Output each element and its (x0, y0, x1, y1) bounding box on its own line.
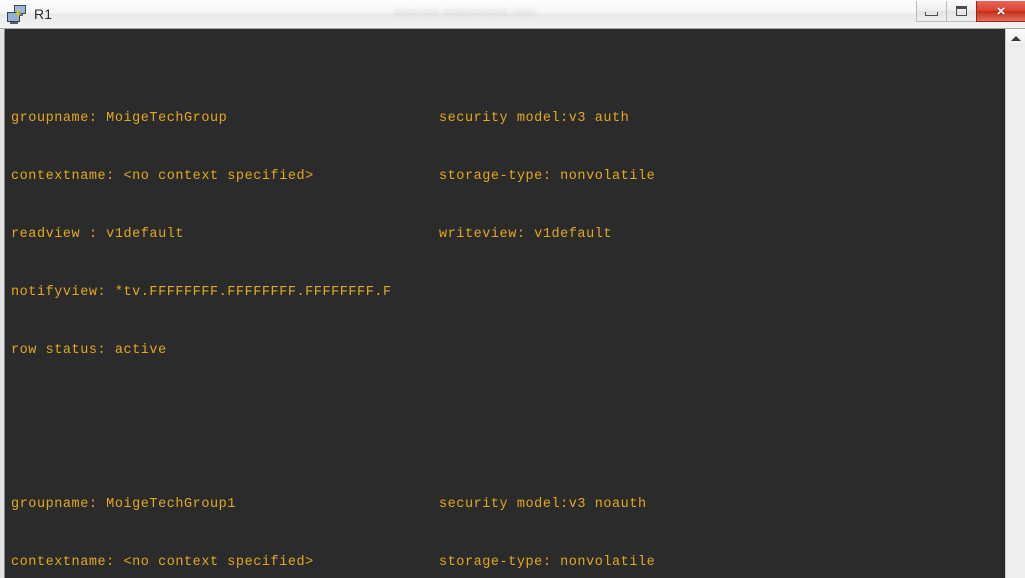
network-console-icon (7, 4, 27, 24)
notifyview-field: notifyview: *tv.FFFFFFFF.FFFFFFFF.FFFFFF… (11, 284, 392, 300)
writeview-field: writeview: v1default (439, 226, 613, 242)
terminal-line: contextname: <no context specified> stora… (11, 167, 1005, 186)
security-model-field: security model:v3 noauth (439, 497, 647, 513)
terminal-console[interactable]: groupname: MoigeTechGroup security model:… (4, 29, 1005, 578)
row-status-field: row status: active (11, 342, 167, 358)
storage-type-field: storage-type: nonvolatile (439, 169, 656, 185)
readview-field: readview : v1default (11, 226, 185, 242)
scrollbar-track[interactable] (1006, 47, 1025, 578)
terminal-line: contextname: <no context specified> stora… (11, 553, 1005, 572)
chevron-up-icon (1010, 35, 1021, 41)
scroll-up-button[interactable] (1006, 29, 1025, 47)
storage-type-field: storage-type: nonvolatile (439, 555, 656, 571)
terminal-line: groupname: MoigeTechGroup1 security model… (11, 495, 1005, 514)
title-bar-left: R1 (0, 4, 53, 24)
caption-button-group: × (916, 0, 1025, 23)
close-button[interactable]: × (976, 1, 1025, 22)
maximize-icon (956, 6, 967, 16)
groupname-field: groupname: MoigeTechGroup (11, 111, 228, 127)
title-bar[interactable]: R1 blurred watermark text × (0, 0, 1025, 29)
client-area: groupname: MoigeTechGroup security model:… (0, 29, 1025, 578)
window-title: R1 (34, 6, 53, 22)
security-model-field: security model:v3 auth (439, 111, 630, 127)
contextname-field: contextname: <no context specified> (11, 555, 314, 571)
vertical-scrollbar[interactable] (1005, 29, 1025, 578)
console-window: R1 blurred watermark text × groupname: M… (0, 0, 1025, 578)
terminal-line: notifyview: *tv.FFFFFFFF.FFFFFFFF.FFFFFF… (11, 283, 1005, 302)
terminal-output: groupname: MoigeTechGroup security model:… (11, 32, 1005, 578)
terminal-line: row status: active (11, 341, 1005, 360)
maximize-button[interactable] (946, 1, 976, 22)
terminal-line: readview : v1default writeview: v1default (11, 225, 1005, 244)
minimize-button[interactable] (916, 1, 946, 22)
minimize-icon (925, 11, 938, 16)
title-bar-watermark: blurred watermark text (395, 5, 537, 19)
terminal-line: groupname: MoigeTechGroup security model:… (11, 109, 1005, 128)
groupname-field: groupname: MoigeTechGroup1 (11, 497, 236, 513)
close-icon: × (996, 2, 1006, 20)
terminal-container: groupname: MoigeTechGroup security model:… (0, 29, 1005, 578)
contextname-field: contextname: <no context specified> (11, 169, 314, 185)
